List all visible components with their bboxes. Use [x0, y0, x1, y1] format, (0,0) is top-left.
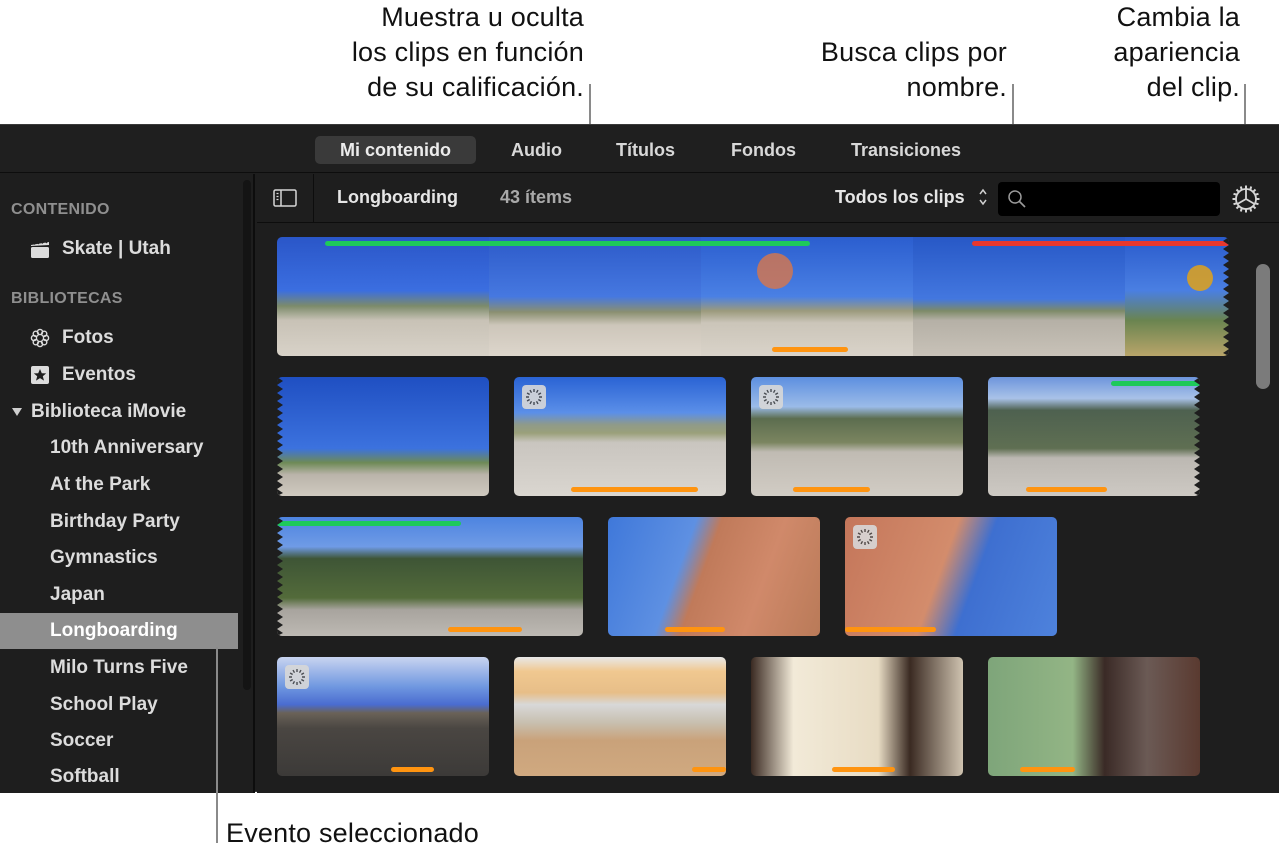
skater-figure — [757, 253, 793, 289]
tab-backgrounds[interactable]: Fondos — [706, 136, 821, 164]
callout-rating-filter: Muestra u oculta los clips en función de… — [351, 2, 584, 102]
event-title: Longboarding — [337, 187, 458, 207]
sidebar-item-event[interactable]: Milo Turns Five — [0, 650, 238, 686]
analyzing-icon — [853, 525, 877, 549]
sidebar-item-label: Birthday Party — [50, 511, 180, 532]
favorite-bar — [1110, 381, 1200, 386]
sidebar-item-label: Milo Turns Five — [50, 657, 188, 678]
clip-thumbnail[interactable] — [277, 657, 489, 776]
sidebar-item-library[interactable]: Biblioteca iMovie — [0, 394, 238, 430]
callout-search: Busca clips por nombre. — [820, 37, 1007, 102]
clip-browser: Longboarding 43 ítems Todos los clips — [257, 174, 1279, 793]
analyzing-icon — [759, 385, 783, 409]
sidebar-item-label: Soccer — [50, 730, 114, 751]
keyword-bar — [1019, 767, 1075, 772]
star-icon — [31, 366, 49, 384]
sidebar-item-label: Biblioteca iMovie — [31, 401, 187, 422]
browser-scrollbar[interactable] — [1256, 264, 1270, 389]
sidebar-toggle-icon — [273, 189, 297, 207]
clip-thumbnail[interactable] — [751, 657, 963, 776]
clip-thumbnail[interactable] — [608, 517, 820, 636]
keyword-bar — [448, 627, 522, 632]
sidebar-item-label: Softball — [50, 766, 120, 787]
analyzing-icon — [522, 385, 546, 409]
keyword-bar — [1026, 487, 1107, 492]
sidebar-item-label: At the Park — [50, 474, 151, 495]
search-input[interactable] — [1032, 182, 1212, 216]
tab-my-media[interactable]: Mi contenido — [315, 136, 476, 164]
sidebar-item-label: 10th Anniversary — [50, 437, 204, 458]
clip-thumbnail[interactable] — [988, 657, 1200, 776]
filter-value: Todos los clips — [835, 187, 965, 207]
browser-header: Longboarding 43 ítems Todos los clips — [257, 174, 1279, 223]
clip-thumbnail[interactable] — [845, 517, 1057, 636]
section-header-libraries: BIBLIOTECAS — [11, 290, 123, 307]
gear-icon[interactable] — [1231, 184, 1261, 214]
clip-continuation-edge — [277, 377, 283, 496]
sidebar-item-label: Eventos — [62, 364, 136, 385]
tab-bar: Mi contenido Audio Títulos Fondos Transi… — [0, 125, 1279, 173]
sidebar-item-label: School Play — [50, 694, 158, 715]
photos-icon — [30, 328, 50, 348]
clip-thumbnail[interactable] — [277, 237, 1229, 356]
sidebar-item-event[interactable]: School Play — [0, 687, 238, 723]
clapboard-icon — [31, 240, 49, 258]
clip-continuation-edge — [1223, 237, 1229, 356]
clip-thumbnail[interactable] — [514, 657, 726, 776]
keyword-bar — [665, 627, 725, 632]
clip-thumbnail[interactable] — [277, 377, 489, 496]
sidebar-item-project[interactable]: Skate | Utah — [0, 231, 238, 267]
clip-thumbnail[interactable] — [988, 377, 1200, 496]
tab-transitions[interactable]: Transiciones — [826, 136, 986, 164]
leader-line — [216, 647, 218, 843]
keyword-bar — [692, 767, 726, 772]
keyword-bar — [845, 627, 937, 632]
disclosure-triangle-icon[interactable] — [12, 408, 22, 416]
sidebar-item-event[interactable]: At the Park — [0, 467, 238, 503]
callout-selected-event: Evento seleccionado — [226, 818, 479, 848]
updown-chevron-icon — [979, 188, 987, 206]
sidebar-item-event[interactable]: Softball — [0, 759, 238, 795]
callout-appearance: Cambia la apariencia del clip. — [1113, 2, 1240, 102]
sidebar-item-event[interactable]: Birthday Party — [0, 504, 238, 540]
sidebar-item-event[interactable]: Japan — [0, 577, 238, 613]
sidebar-item-photos[interactable]: Fotos — [0, 320, 238, 356]
keyword-bar — [571, 487, 699, 492]
favorite-bar — [277, 521, 461, 526]
clip-thumbnail[interactable] — [277, 517, 583, 636]
sidebar-item-event-selected[interactable]: Longboarding — [0, 613, 238, 649]
keyword-bar — [793, 487, 870, 492]
favorite-bar — [324, 241, 811, 246]
sidebar-item-events[interactable]: Eventos — [0, 357, 238, 393]
sidebar-item-label: Skate | Utah — [62, 238, 171, 259]
imovie-window: Mi contenido Audio Títulos Fondos Transi… — [0, 124, 1279, 795]
tab-titles[interactable]: Títulos — [591, 136, 700, 164]
clip-thumbnail[interactable] — [514, 377, 726, 496]
keyword-bar — [831, 767, 896, 772]
skater-figure — [1187, 265, 1213, 291]
clip-continuation-edge — [277, 517, 283, 636]
tab-audio[interactable]: Audio — [486, 136, 587, 164]
keyword-bar — [772, 347, 849, 352]
analyzing-icon — [285, 665, 309, 689]
sidebar-item-label: Gymnastics — [50, 547, 158, 568]
clip-continuation-edge — [1194, 377, 1200, 496]
rating-filter-popup[interactable]: Todos los clips — [835, 187, 987, 208]
search-icon — [1008, 190, 1026, 208]
sidebar-item-event[interactable]: 10th Anniversary — [0, 430, 238, 466]
rejected-bar — [971, 241, 1229, 246]
clip-thumbnail[interactable] — [751, 377, 963, 496]
sidebar-item-event[interactable]: Gymnastics — [0, 540, 238, 576]
toggle-sidebar-button[interactable] — [257, 174, 314, 223]
clip-grid — [257, 224, 1279, 793]
sidebar-item-label: Fotos — [62, 327, 114, 348]
keyword-bar — [391, 767, 434, 772]
sidebar-item-event[interactable]: Soccer — [0, 723, 238, 759]
sidebar-scrollbar[interactable] — [243, 180, 251, 690]
sidebar-item-label: Japan — [50, 584, 105, 605]
sidebar-item-label: Longboarding — [50, 620, 178, 641]
section-header-content: CONTENIDO — [11, 201, 110, 218]
item-count: 43 ítems — [500, 187, 573, 207]
search-field[interactable] — [998, 182, 1220, 216]
